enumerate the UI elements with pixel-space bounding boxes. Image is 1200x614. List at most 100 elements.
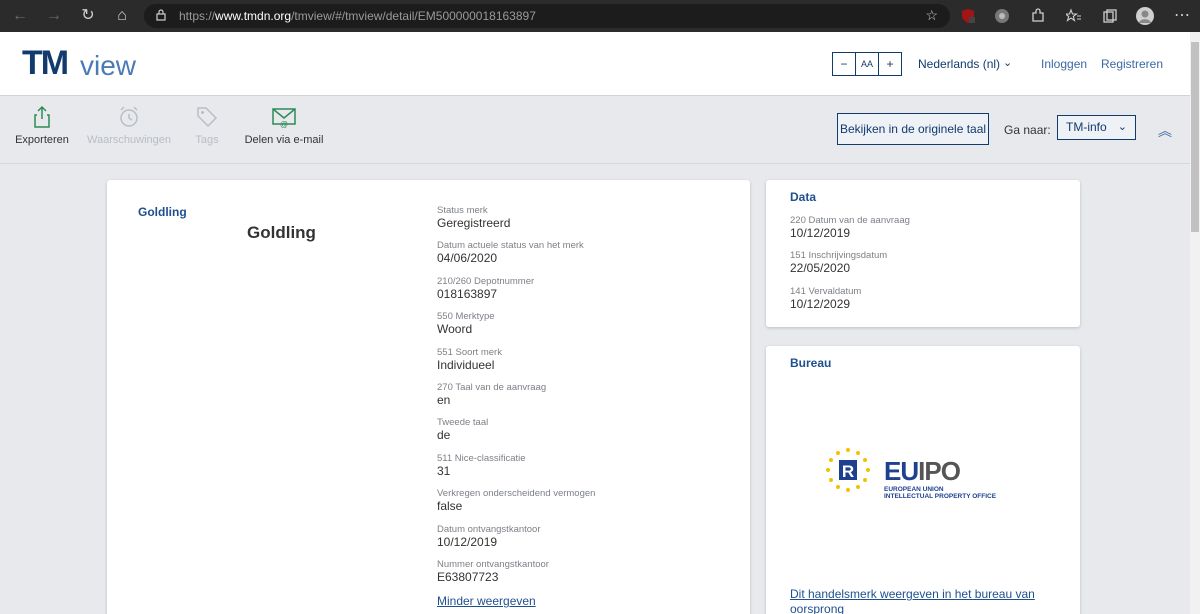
favorite-star-icon[interactable]: ☆ [925, 7, 938, 24]
tag-icon [197, 107, 218, 128]
url-text: https://www.tmdn.org/tmview/#/tmview/det… [179, 9, 536, 23]
browser-chrome: ← → ↻ ⌂ https://www.tmdn.org/tmview/#/tm… [0, 0, 1200, 32]
field-label: 151 Inschrijvingsdatum [790, 250, 888, 262]
data-field: 141 Vervaldatum 10/12/2029 [790, 286, 910, 321]
view-in-office-of-origin-link[interactable]: Dit handelsmerk weergeven in het bureau … [790, 587, 1050, 614]
euipo-ipo-text: IPO [918, 456, 961, 486]
euipo-subtitle-line2: INTELLECTUAL PROPERTY OFFICE [884, 493, 997, 500]
field-label: 210/260 Depotnummer [437, 275, 535, 287]
detail-field: Nummer ontvangstkantoor E63807723 [437, 559, 737, 594]
data-field: 151 Inschrijvingsdatum 22/05/2020 [790, 250, 910, 285]
share-email-label: Delen via e-mail [244, 134, 324, 146]
field-label: 550 Merktype [437, 311, 495, 323]
field-label: 220 Datum van de aanvraag [790, 215, 910, 226]
field-value: false [437, 499, 463, 514]
font-decrease-button[interactable]: − [833, 53, 856, 75]
field-label: 141 Vervaldatum [790, 285, 862, 297]
field-value: Woord [437, 322, 473, 337]
euipo-eu-text: EU [884, 456, 919, 486]
detail-field: 551 Soort merk Individueel [437, 347, 737, 382]
export-label: Exporteren [15, 134, 69, 146]
lock-icon [156, 9, 166, 21]
field-label: Datum actuele status van het merk [437, 240, 584, 252]
detail-field: 210/260 Depotnummer 018163897 [437, 276, 737, 311]
field-label: Status merk [437, 205, 488, 216]
field-value: 10/12/2019 [790, 226, 851, 240]
login-link[interactable]: Inloggen [1041, 57, 1087, 71]
email-icon: @ [272, 108, 296, 129]
field-value: en [437, 392, 451, 407]
register-link[interactable]: Registreren [1101, 57, 1163, 71]
extension-circle-icon[interactable] [994, 8, 1010, 24]
site-header: TM view − AA + Nederlands (nl) ⌄ Inlogge… [0, 32, 1190, 96]
data-field-list: 220 Datum van de aanvraag 10/12/2019 151 … [790, 215, 910, 321]
goto-selected-value: TM-info [1066, 120, 1107, 134]
field-value: E63807723 [437, 569, 499, 584]
field-label: 270 Taal van de aanvraag [437, 381, 547, 393]
field-label: Verkregen onderscheidend vermogen [437, 488, 596, 500]
alerts-label: Waarschuwingen [87, 134, 171, 146]
euipo-logo: R EUIPO EUROPEAN UNION INTELLECTUAL PROPE… [822, 446, 1022, 506]
profile-avatar-icon[interactable] [1136, 7, 1154, 25]
show-less-link[interactable]: Minder weergeven [437, 594, 536, 608]
bureau-card: Bureau R EUIPO EUROPEAN UNION INTELLECTUA… [766, 346, 1080, 614]
data-card-title: Data [790, 190, 817, 204]
field-value: 04/06/2020 [437, 251, 498, 266]
address-bar[interactable]: https://www.tmdn.org/tmview/#/tmview/det… [144, 4, 950, 28]
back-icon[interactable]: ← [10, 6, 30, 26]
field-label: 511 Nice-classificatie [437, 452, 526, 464]
euipo-wordmark: EUIPO [884, 456, 961, 487]
field-value: de [437, 428, 451, 443]
goto-select[interactable]: TM-info ⌄ [1057, 115, 1136, 140]
euipo-subtitle: EUROPEAN UNION INTELLECTUAL PROPERTY OFFI… [884, 486, 996, 500]
mark-name-link[interactable]: Goldling [138, 205, 187, 219]
detail-field: 550 Merktype Woord [437, 311, 737, 346]
share-email-button[interactable]: @ Delen via e-mail [242, 105, 326, 146]
bureau-card-title: Bureau [790, 356, 832, 370]
view-original-language-button[interactable]: Bekijken in de originele taal [837, 113, 989, 145]
reload-icon[interactable]: ↻ [78, 6, 98, 26]
goto-label: Ga naar: [1004, 123, 1051, 137]
svg-text:R: R [842, 462, 854, 481]
forward-icon[interactable]: → [44, 6, 64, 26]
ublock-extension-icon[interactable] [960, 8, 976, 24]
detail-field: Tweede taal de [437, 417, 737, 452]
field-label: Tweede taal [437, 417, 489, 429]
field-label: 551 Soort merk [437, 346, 502, 358]
field-label: Datum ontvangstkantoor [437, 523, 541, 535]
chevron-down-icon[interactable]: ⌄ [1003, 56, 1012, 69]
detail-field: 270 Taal van de aanvraag en [437, 382, 737, 417]
puzzle-icon[interactable] [1030, 8, 1046, 24]
data-card: Data 220 Datum van de aanvraag 10/12/2019… [766, 180, 1080, 327]
collapse-toolbar-icon[interactable]: ︽ [1158, 121, 1172, 141]
font-size-label[interactable]: AA [856, 53, 879, 75]
tags-label: Tags [195, 134, 219, 146]
home-icon[interactable]: ⌂ [112, 6, 132, 26]
detail-field: Datum actuele status van het merk 04/06/2… [437, 240, 737, 275]
tags-button[interactable]: Tags [190, 105, 224, 146]
logo-view-text: view [80, 50, 137, 81]
language-selector[interactable]: Nederlands (nl) [918, 57, 1000, 71]
mark-name-title: Goldling [247, 223, 316, 242]
alerts-button[interactable]: Waarschuwingen [86, 105, 172, 146]
font-increase-button[interactable]: + [879, 53, 901, 75]
field-label: Nummer ontvangstkantoor [437, 558, 549, 570]
action-toolbar: Exporteren Waarschuwingen Tags @ Delen v… [0, 97, 1190, 164]
svg-text:@: @ [280, 120, 288, 129]
field-value: 22/05/2020 [790, 261, 851, 276]
alarm-clock-icon [120, 106, 138, 127]
page-scrollbar[interactable] [1190, 32, 1200, 614]
data-field: 220 Datum van de aanvraag 10/12/2019 [790, 215, 910, 250]
favorites-list-icon[interactable] [1066, 8, 1082, 24]
detail-field: Status merk Geregistreerd [437, 205, 737, 240]
collections-icon[interactable] [1102, 8, 1118, 24]
field-value: 10/12/2029 [790, 296, 851, 311]
field-value: 31 [437, 463, 451, 478]
field-value: Geregistreerd [437, 216, 511, 230]
scrollbar-thumb[interactable] [1191, 42, 1199, 232]
trademark-details-card: Goldling Goldling Status merk Geregistree… [107, 180, 750, 614]
detail-field: Verkregen onderscheidend vermogen false [437, 488, 737, 523]
more-menu-icon[interactable]: ⋯ [1172, 6, 1192, 26]
details-field-list: Status merk Geregistreerd Datum actuele s… [437, 205, 737, 594]
export-button[interactable]: Exporteren [14, 105, 70, 146]
